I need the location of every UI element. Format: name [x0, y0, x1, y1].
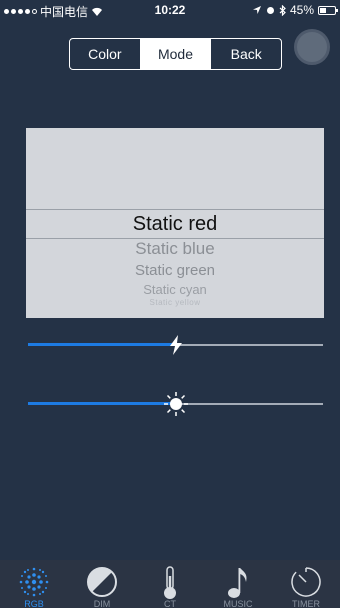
slider-fill	[28, 343, 176, 346]
picker-item-selected[interactable]: Static red	[26, 213, 324, 236]
status-bar: 中国电信 10:22 45%	[0, 0, 340, 20]
tab-rgb[interactable]: RGB	[0, 560, 68, 608]
tab-timer[interactable]: TIMER	[272, 560, 340, 608]
speed-slider[interactable]	[28, 333, 323, 357]
alarm-icon	[266, 6, 274, 14]
tab-label: DIM	[93, 599, 111, 608]
thermometer-icon	[164, 566, 176, 599]
half-circle-icon	[87, 567, 117, 597]
mode-tab[interactable]: Mode	[140, 39, 212, 69]
sun-icon[interactable]	[163, 392, 188, 416]
timer-icon	[291, 567, 321, 597]
battery-fill	[320, 7, 327, 13]
color-tab[interactable]: Color	[70, 39, 141, 69]
music-note-icon	[228, 568, 247, 598]
tab-ct[interactable]: CT	[136, 560, 204, 608]
status-right: 45%	[252, 3, 338, 17]
mode-picker[interactable]: Static red Static blue Static green Stat…	[26, 128, 324, 318]
tab-dim[interactable]: DIM	[68, 560, 136, 608]
tab-label: RGB	[24, 599, 44, 608]
battery-icon	[318, 5, 338, 15]
picker-item[interactable]: Static blue	[26, 239, 324, 259]
tab-label: CT	[164, 599, 176, 608]
picker-item[interactable]: Static yellow	[26, 298, 324, 307]
brightness-slider[interactable]	[28, 392, 323, 416]
rgb-dots-icon	[19, 567, 49, 597]
picker-item[interactable]: Static cyan	[26, 282, 324, 297]
back-tab[interactable]: Back	[211, 39, 281, 69]
picker-item[interactable]: Static green	[26, 262, 324, 279]
tab-label: TIMER	[292, 599, 320, 608]
picker-selection-top-line	[26, 209, 324, 210]
mode-segmented-control: Color Mode Back	[69, 38, 282, 70]
battery-percent: 45%	[289, 3, 314, 17]
slider-fill	[28, 402, 176, 405]
tab-label: MUSIC	[223, 599, 253, 608]
bluetooth-icon	[279, 4, 286, 16]
location-icon	[252, 6, 261, 14]
assistive-touch-button[interactable]	[294, 29, 330, 65]
lightning-icon[interactable]	[164, 333, 188, 357]
bottom-tab-bar: RGB DIM CT MUSIC TIMER	[0, 560, 340, 608]
tab-music[interactable]: MUSIC	[204, 560, 272, 608]
